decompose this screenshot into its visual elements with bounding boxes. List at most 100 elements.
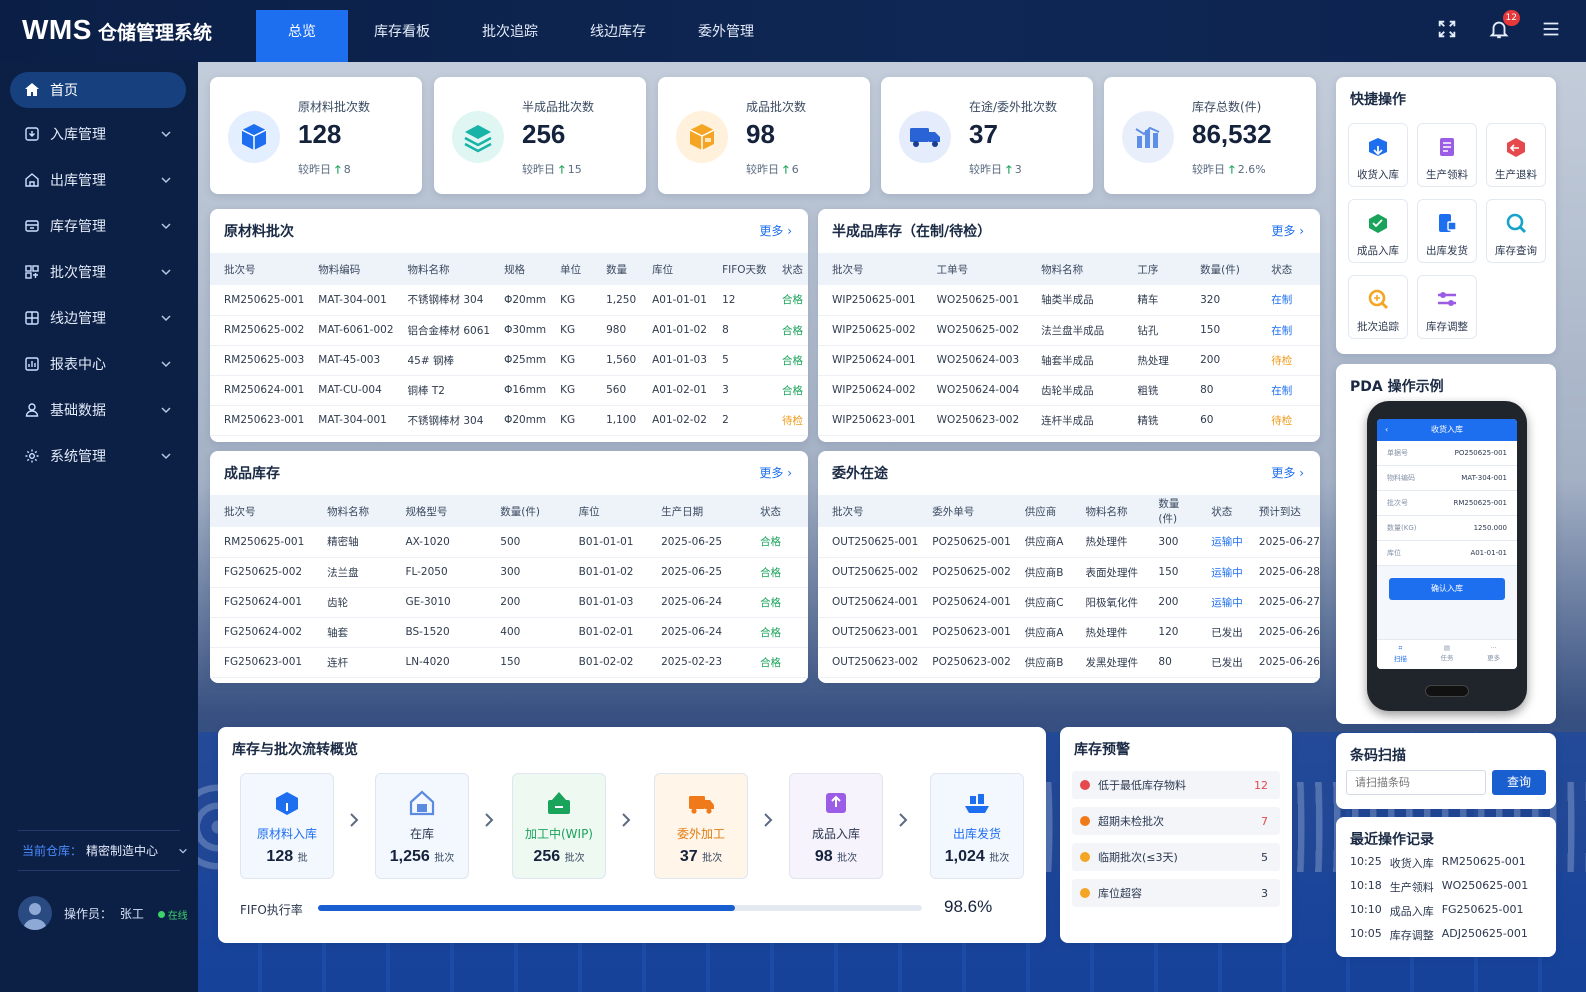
column-header[interactable]: 物料名称 bbox=[394, 253, 491, 285]
pda-tab-more[interactable]: ··· 更多 bbox=[1487, 644, 1500, 669]
tab-outsourcing[interactable]: 委外管理 bbox=[672, 10, 780, 62]
column-header[interactable]: 物料编码 bbox=[304, 253, 393, 285]
alert-row[interactable]: 低于最低库存物料 12 bbox=[1072, 771, 1280, 799]
flow-step-ship-out[interactable]: 出库发货 1,024 批次 bbox=[930, 773, 1024, 879]
column-header[interactable]: 数量(件) bbox=[1144, 495, 1197, 527]
sidebar-item-inventory[interactable]: 库存管理 bbox=[10, 208, 186, 244]
flow-step-raw-inbound[interactable]: 原材料入库 128 批 bbox=[240, 773, 334, 879]
column-header[interactable]: 状态 bbox=[768, 253, 808, 285]
column-header[interactable]: 单位 bbox=[546, 253, 592, 285]
barcode-input[interactable] bbox=[1346, 770, 1486, 795]
column-header[interactable]: 批次号 bbox=[210, 495, 313, 527]
column-header[interactable]: 批次号 bbox=[210, 253, 304, 285]
stat-card-total[interactable]: 库存总数(件) 86,532 较昨日 🡑 2.6% bbox=[1104, 77, 1316, 194]
column-header[interactable]: 状态 bbox=[1257, 253, 1320, 285]
table-row[interactable]: OUT250623-002 PO250623-002 供应商B 发黑处理件 80 已发出 2… bbox=[818, 647, 1320, 677]
more-link[interactable]: 更多 › bbox=[759, 222, 792, 239]
flow-step-wip[interactable]: 加工中(WIP) 256 批次 bbox=[512, 773, 606, 879]
table-row[interactable]: RM250623-001 MAT-304-001 不锈钢棒材 304 Φ20mm KG 1… bbox=[210, 405, 808, 435]
recent-op-row[interactable]: 10:25 收货入库 RM250625-001 bbox=[1350, 855, 1526, 871]
menu-icon[interactable] bbox=[1540, 18, 1564, 42]
tab-overview[interactable]: 总览 bbox=[256, 10, 348, 62]
app-logo[interactable]: WMS 仓储管理系统 bbox=[22, 14, 212, 46]
column-header[interactable]: FIFO天数 bbox=[708, 253, 768, 285]
recent-op-row[interactable]: 10:18 生产领料 WO250625-001 bbox=[1350, 879, 1528, 895]
column-header[interactable]: 库位 bbox=[565, 495, 647, 527]
stat-card-raw[interactable]: 原材料批次数 128 较昨日 🡑 8 bbox=[210, 77, 422, 194]
pda-field[interactable]: 数量(KG) 1250.000 bbox=[1377, 516, 1517, 541]
table-row[interactable]: RM250625-001 MAT-304-001 不锈钢棒材 304 Φ20mm KG 1… bbox=[210, 285, 808, 315]
column-header[interactable]: 规格型号 bbox=[391, 495, 486, 527]
flow-step-fg-box[interactable]: 成品入库 98 批次 bbox=[789, 773, 883, 879]
tab-batch-trace[interactable]: 批次追踪 bbox=[456, 10, 564, 62]
table-row[interactable]: OUT250625-001 PO250625-001 供应商A 热处理件 300 运输中 2… bbox=[818, 527, 1320, 557]
fullscreen-icon[interactable] bbox=[1436, 18, 1460, 42]
query-button[interactable]: 查询 bbox=[1492, 770, 1546, 795]
table-row[interactable]: FG250623-001 连杆 LN-4020 150 B01-02-02 2025-02… bbox=[210, 647, 808, 677]
table-row[interactable]: WIP250625-001 WO250625-001 轴类半成品 精车 320 在制 bbox=[818, 285, 1320, 315]
warehouse-selector[interactable]: 当前仓库： 精密制造中心 bbox=[22, 842, 188, 859]
quick-op-search[interactable]: 库存查询 bbox=[1486, 199, 1546, 263]
tab-lineside-stock[interactable]: 线边库存 bbox=[564, 10, 672, 62]
more-link[interactable]: 更多 › bbox=[1271, 464, 1304, 481]
column-header[interactable]: 规格 bbox=[490, 253, 546, 285]
column-header[interactable]: 工序 bbox=[1123, 253, 1186, 285]
pda-field[interactable]: 物料编码 MAT-304-001 bbox=[1377, 466, 1517, 491]
table-row[interactable]: WIP250624-001 WO250624-003 轴套半成品 热处理 200 待检 bbox=[818, 345, 1320, 375]
user-panel[interactable]: 操作员： 张工 在线 bbox=[18, 896, 188, 930]
table-row[interactable]: RM250625-001 精密轴 AX-1020 500 B01-01-01 2025-0… bbox=[210, 527, 808, 557]
recent-op-row[interactable]: 10:05 库存调整 ADJ250625-001 bbox=[1350, 927, 1528, 943]
column-header[interactable]: 预计到达 bbox=[1245, 495, 1320, 527]
column-header[interactable]: 批次号 bbox=[818, 495, 918, 527]
table-row[interactable]: FG250624-002 轴套 BS-1520 400 B01-02-01 2025-06… bbox=[210, 617, 808, 647]
table-row[interactable]: RM250624-001 MAT-CU-004 铜棒 T2 Φ16mm KG 560 A01… bbox=[210, 375, 808, 405]
stat-card-fg[interactable]: 成品批次数 98 较昨日 🡑 6 bbox=[658, 77, 870, 194]
column-header[interactable]: 数量 bbox=[592, 253, 638, 285]
column-header[interactable]: 批次号 bbox=[818, 253, 923, 285]
table-row[interactable]: RM250625-003 MAT-45-003 45# 钢棒 Φ25mm KG 1,560… bbox=[210, 345, 808, 375]
confirm-inbound-button[interactable]: 确认入库 bbox=[1389, 578, 1505, 600]
column-header[interactable]: 状态 bbox=[746, 495, 808, 527]
sidebar-item-batch[interactable]: 批次管理 bbox=[10, 254, 186, 290]
stat-card-semi[interactable]: 半成品批次数 256 较昨日 🡑 15 bbox=[434, 77, 646, 194]
pda-field[interactable]: 单据号 PO250625-001 bbox=[1377, 441, 1517, 466]
quick-op-adjust[interactable]: 库存调整 bbox=[1417, 275, 1477, 339]
column-header[interactable]: 生产日期 bbox=[647, 495, 746, 527]
pda-tab-scan[interactable]: ⌗ 扫描 bbox=[1394, 644, 1407, 669]
column-header[interactable]: 数量(件) bbox=[1186, 253, 1257, 285]
pda-tab-task[interactable]: ▤ 任务 bbox=[1440, 644, 1453, 669]
table-row[interactable]: WIP250623-001 WO250623-002 连杆半成品 精铣 60 待检 bbox=[818, 405, 1320, 435]
quick-op-ship[interactable]: 出库发货 bbox=[1417, 199, 1477, 263]
table-row[interactable]: RM250625-002 MAT-6061-002 铝合金棒材 6061 Φ30mm K… bbox=[210, 315, 808, 345]
table-row[interactable]: OUT250624-001 PO250624-001 供应商C 阳极氧化件 200 运输中… bbox=[818, 587, 1320, 617]
alert-row[interactable]: 超期未检批次 7 bbox=[1072, 807, 1280, 835]
column-header[interactable]: 委外单号 bbox=[918, 495, 1011, 527]
quick-op-receive[interactable]: 收货入库 bbox=[1348, 123, 1408, 187]
recent-op-row[interactable]: 10:10 成品入库 FG250625-001 bbox=[1350, 903, 1524, 919]
table-row[interactable]: WIP250624-002 WO250624-004 齿轮半成品 粗铣 80 在制 bbox=[818, 375, 1320, 405]
alert-row[interactable]: 库位超容 3 bbox=[1072, 879, 1280, 907]
sidebar-item-reports[interactable]: 报表中心 bbox=[10, 346, 186, 382]
table-row[interactable]: FG250625-002 法兰盘 FL-2050 300 B01-01-02 2025-0… bbox=[210, 557, 808, 587]
more-link[interactable]: 更多 › bbox=[759, 464, 792, 481]
sidebar-item-master-data[interactable]: 基础数据 bbox=[10, 392, 186, 428]
stat-card-transit[interactable]: 在途/委外批次数 37 较昨日 🡑 3 bbox=[881, 77, 1093, 194]
column-header[interactable]: 状态 bbox=[1197, 495, 1245, 527]
flow-step-in-stock[interactable]: 在库 1,256 批次 bbox=[375, 773, 469, 879]
column-header[interactable]: 供应商 bbox=[1011, 495, 1072, 527]
sidebar-item-lineside[interactable]: 线边管理 bbox=[10, 300, 186, 336]
column-header[interactable]: 物料名称 bbox=[1027, 253, 1123, 285]
table-row[interactable]: OUT250623-001 PO250623-001 供应商A 热处理件 120 已发出 2… bbox=[818, 617, 1320, 647]
table-row[interactable]: FG250624-001 齿轮 GE-3010 200 B01-01-03 2025-06… bbox=[210, 587, 808, 617]
quick-op-trace[interactable]: 批次追踪 bbox=[1348, 275, 1408, 339]
column-header[interactable]: 物料名称 bbox=[1071, 495, 1144, 527]
sidebar-item-system[interactable]: 系统管理 bbox=[10, 438, 186, 474]
quick-op-fg-inbound[interactable]: 成品入库 bbox=[1348, 199, 1408, 263]
flow-step-outsource[interactable]: 委外加工 37 批次 bbox=[654, 773, 748, 879]
column-header[interactable]: 数量(件) bbox=[486, 495, 564, 527]
more-link[interactable]: 更多 › bbox=[1271, 222, 1304, 239]
sidebar-item-outbound[interactable]: 出库管理 bbox=[10, 162, 186, 198]
sidebar-item-inbound[interactable]: 入库管理 bbox=[10, 116, 186, 152]
bell-icon[interactable]: 12 bbox=[1488, 10, 1520, 42]
column-header[interactable]: 物料名称 bbox=[313, 495, 391, 527]
